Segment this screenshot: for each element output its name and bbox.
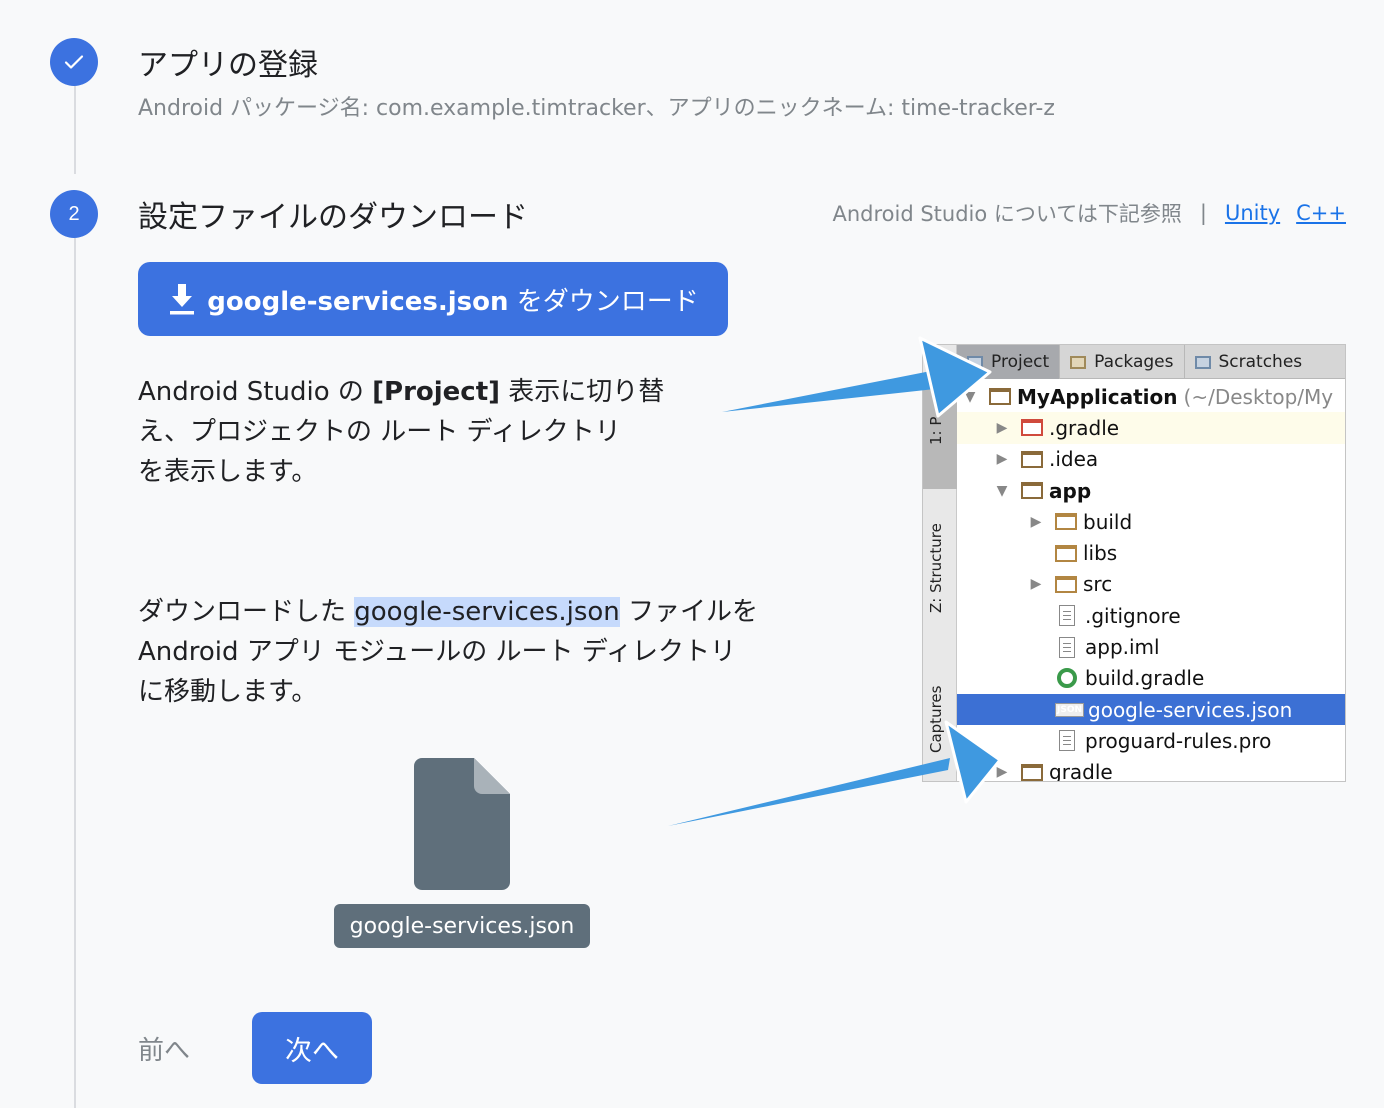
expand-triangle-icon[interactable]: ▼ xyxy=(993,483,1011,499)
module-folder-icon xyxy=(1021,482,1043,500)
tree-row[interactable]: proguard-rules.pro xyxy=(957,725,1345,756)
side-tab-structure[interactable]: Z: Structure xyxy=(927,523,945,613)
tree-row[interactable]: ▶ gradle xyxy=(957,757,1345,782)
gradle-icon xyxy=(1057,668,1077,689)
step-1-complete-indicator xyxy=(50,38,98,86)
scratches-view-icon xyxy=(1194,355,1211,369)
tree-label: build xyxy=(1083,509,1133,534)
tree-row[interactable]: ▼ MyApplication (~/Desktop/My xyxy=(957,381,1345,412)
folder-icon xyxy=(1055,575,1077,593)
ide-tab-bar: Project Packages Scratches xyxy=(957,345,1345,379)
check-icon xyxy=(64,55,84,69)
ide-tab-label: Packages xyxy=(1094,352,1174,372)
tree-row[interactable]: ▶ src xyxy=(957,569,1345,600)
instruction2-prefix: ダウンロードした xyxy=(138,597,355,627)
cpp-link[interactable]: C++ xyxy=(1296,201,1346,225)
instruction2-line3: に移動します。 xyxy=(138,677,318,707)
tree-row[interactable]: app.iml xyxy=(957,631,1345,662)
step-2-title: 設定ファイルのダウンロード xyxy=(138,200,528,235)
tree-label: app xyxy=(1049,478,1092,503)
tree-row[interactable]: build.gradle xyxy=(957,663,1345,694)
instruction1-rest: 表示に切り替 xyxy=(500,377,665,407)
tree-row[interactable]: .gitignore xyxy=(957,600,1345,631)
folder-icon xyxy=(1021,419,1043,437)
tree-label: .gradle xyxy=(1049,415,1120,440)
instruction2-line2: Android アプリ モジュールの ルート ディレクトリ xyxy=(138,637,736,667)
instruction2-rest: ファイルを xyxy=(619,597,759,627)
project-view-icon xyxy=(967,355,983,369)
separator: | xyxy=(1199,201,1207,225)
tree-label: build.gradle xyxy=(1085,666,1205,691)
file-doc-icon xyxy=(1059,636,1075,658)
side-tab-captures[interactable]: Captures xyxy=(927,686,945,753)
download-config-button[interactable]: google-services.json をダウンロード xyxy=(138,262,728,336)
instruction-move-file: ダウンロードした google-services.json ファイルを Andr… xyxy=(138,592,758,712)
prev-button[interactable]: 前へ xyxy=(138,1030,190,1067)
step-connector-line xyxy=(74,238,76,1108)
download-filename: google-services.json xyxy=(207,286,509,317)
tree-label: libs xyxy=(1083,541,1118,566)
folder-icon xyxy=(1055,544,1077,562)
instruction1-prefix: Android Studio の xyxy=(138,377,373,407)
ide-tab-label: Scratches xyxy=(1218,352,1303,372)
tree-row-selected[interactable]: JSON google-services.json xyxy=(957,693,1345,726)
ide-tab-label: Project xyxy=(991,352,1050,372)
step-connector-line xyxy=(74,86,76,174)
tree-label: gradle xyxy=(1049,760,1113,782)
tree-row[interactable]: ▶ build xyxy=(957,506,1345,537)
instruction1-project-label: [Project] xyxy=(372,377,501,407)
next-button[interactable]: 次へ xyxy=(252,1012,372,1084)
instruction1-line2: え、プロジェクトの ルート ディレクトリ xyxy=(138,417,621,447)
module-folder-icon xyxy=(989,388,1011,406)
file-doc-icon xyxy=(1059,605,1075,627)
collapsed-triangle-icon[interactable]: ▶ xyxy=(993,451,1011,467)
file-icon[interactable] xyxy=(414,758,510,890)
tree-label: src xyxy=(1083,572,1113,597)
step-1-subtitle: Android パッケージ名: com.example.timtracker、ア… xyxy=(138,96,1055,121)
android-studio-project-panel: 1: P Z: Structure Captures Project Packa… xyxy=(922,344,1346,782)
platform-helper-links: Android Studio については下記参照 | Unity C++ xyxy=(832,198,1346,228)
tree-label: .idea xyxy=(1049,447,1099,472)
collapsed-triangle-icon[interactable]: ▶ xyxy=(993,420,1011,436)
step-2-indicator: 2 xyxy=(50,190,98,238)
file-label: google-services.json xyxy=(334,904,590,948)
tree-path: (~/Desktop/My xyxy=(1183,384,1334,409)
tree-row[interactable]: libs xyxy=(957,537,1345,568)
tree-label: MyApplication xyxy=(1017,384,1178,409)
instruction-project-view: Android Studio の [Project] 表示に切り替 え、プロジェ… xyxy=(138,372,664,492)
tree-row[interactable]: ▶ .gradle xyxy=(957,412,1345,444)
unity-link[interactable]: Unity xyxy=(1225,201,1280,225)
step-1-title: アプリの登録 xyxy=(138,48,318,83)
tree-label: app.iml xyxy=(1085,635,1160,660)
ide-tab-packages[interactable]: Packages xyxy=(1060,345,1185,379)
ide-side-toolbar: 1: P Z: Structure Captures xyxy=(923,345,957,781)
expand-triangle-icon[interactable]: ▼ xyxy=(961,389,979,405)
download-suffix: をダウンロード xyxy=(508,286,699,317)
project-tree: ▼ MyApplication (~/Desktop/My ▶ .gradle … xyxy=(957,381,1345,782)
tree-label: google-services.json xyxy=(1088,697,1293,722)
tree-label: .gitignore xyxy=(1085,603,1181,628)
instruction2-filename: google-services.json xyxy=(354,597,620,627)
tree-label: proguard-rules.pro xyxy=(1085,728,1272,753)
tree-row[interactable]: ▼ app xyxy=(957,475,1345,506)
side-tab-project[interactable]: 1: P xyxy=(927,417,945,445)
json-file-icon: JSON xyxy=(1055,702,1085,717)
folder-icon xyxy=(1021,763,1043,781)
download-icon xyxy=(170,284,195,315)
folder-icon xyxy=(1055,513,1077,531)
ide-tab-project[interactable]: Project xyxy=(957,345,1061,379)
file-doc-icon xyxy=(1059,730,1075,752)
folder-icon xyxy=(1021,450,1043,468)
helper-text: Android Studio については下記参照 xyxy=(832,202,1182,226)
instruction1-line3: を表示します。 xyxy=(138,457,318,487)
ide-tab-scratches[interactable]: Scratches xyxy=(1185,345,1313,379)
collapsed-triangle-icon[interactable]: ▶ xyxy=(1027,576,1045,592)
packages-view-icon xyxy=(1070,355,1087,369)
tree-row[interactable]: ▶ .idea xyxy=(957,444,1345,475)
collapsed-triangle-icon[interactable]: ▶ xyxy=(1027,514,1045,530)
collapsed-triangle-icon[interactable]: ▶ xyxy=(993,764,1011,780)
